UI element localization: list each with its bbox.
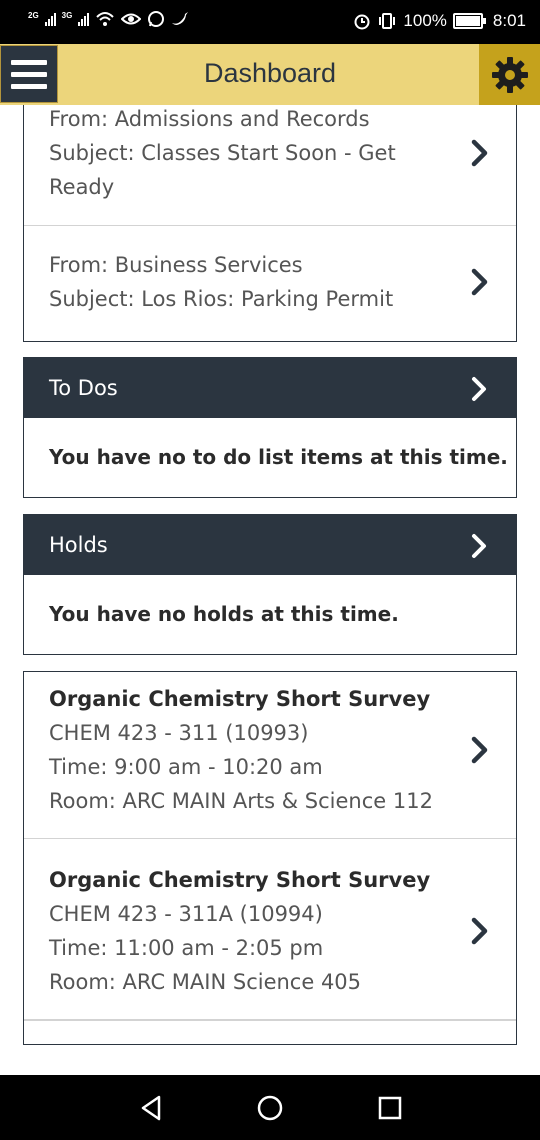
twitter-icon (172, 12, 189, 25)
chevron-right-icon (472, 377, 486, 401)
class-room: Room: ARC MAIN Science 405 (49, 970, 362, 994)
network-2g-label: 2G (28, 11, 39, 20)
class-name: Organic Chemistry Short Survey (49, 868, 431, 892)
battery-percent: 100% (403, 11, 447, 30)
holds-title: Holds (49, 533, 108, 557)
recents-icon[interactable] (375, 1093, 405, 1123)
class-item[interactable]: Organic Chemistry Short Survey CHEM 423 … (24, 672, 516, 839)
back-icon[interactable] (137, 1093, 167, 1123)
settings-button[interactable] (479, 44, 540, 105)
battery-icon (452, 13, 486, 29)
message-from: From: Business Services (49, 253, 303, 277)
class-code: CHEM 423 - 311A (10994) (49, 902, 323, 926)
class-name: Organic Chemistry Short Survey (49, 687, 431, 711)
class-time: Time: 9:00 am - 10:20 am (49, 755, 323, 779)
todos-header[interactable]: To Dos (24, 358, 516, 418)
message-from: From: Admissions and Records (49, 107, 370, 131)
network-3g-label: 3G (61, 11, 73, 20)
status-right: 100% 8:01 (353, 11, 526, 31)
app-header: Dashboard (0, 44, 540, 105)
todos-card: To Dos You have no to do list items at t… (23, 357, 517, 498)
vibrate-icon (379, 13, 396, 29)
message-item[interactable]: From: Admissions and Records Subject: Cl… (24, 95, 516, 226)
system-nav-bar (0, 1075, 540, 1140)
status-bar: 2G 3G 100% 8:01 (0, 0, 540, 44)
status-left: 2G 3G (28, 10, 189, 28)
class-code: CHEM 423 - 311 (10993) (49, 721, 309, 745)
signal-icon-2 (78, 12, 90, 26)
whatsapp-icon (148, 11, 165, 27)
message-subject: Subject: Los Rios: Parking Permit (49, 287, 394, 311)
class-time: Time: 11:00 am - 2:05 pm (49, 936, 324, 960)
clock: 8:01 (492, 11, 526, 30)
chevron-right-icon (472, 534, 486, 558)
chevron-right-icon (471, 917, 488, 945)
eye-icon (121, 13, 142, 25)
holds-card: Holds You have no holds at this time. (23, 514, 517, 655)
class-room: Room: ARC MAIN Arts & Science 112 (49, 789, 433, 813)
message-subject-cont: Ready (49, 175, 115, 199)
page-title: Dashboard (203, 58, 337, 88)
chevron-right-icon (471, 268, 488, 296)
home-icon[interactable] (255, 1093, 285, 1123)
todos-empty-message: You have no to do list items at this tim… (49, 445, 508, 469)
todos-title: To Dos (49, 376, 118, 400)
wifi-icon (96, 12, 115, 26)
class-item[interactable]: Organic Chemistry Short Survey CHEM 423 … (24, 839, 516, 1020)
holds-header[interactable]: Holds (24, 515, 516, 575)
gear-icon (491, 56, 528, 93)
holds-empty-message: You have no holds at this time. (49, 602, 399, 626)
messages-card: From: Admissions and Records Subject: Cl… (23, 95, 517, 342)
signal-icon (44, 12, 56, 26)
message-item[interactable]: From: Business Services Subject: Los Rio… (24, 226, 516, 340)
class-item-partial[interactable] (24, 1020, 516, 1044)
alarm-icon (354, 14, 370, 30)
message-subject: Subject: Classes Start Soon - Get (49, 141, 396, 165)
chevron-right-icon (471, 736, 488, 764)
chevron-right-icon (471, 139, 488, 167)
classes-card: Organic Chemistry Short Survey CHEM 423 … (23, 671, 517, 1045)
